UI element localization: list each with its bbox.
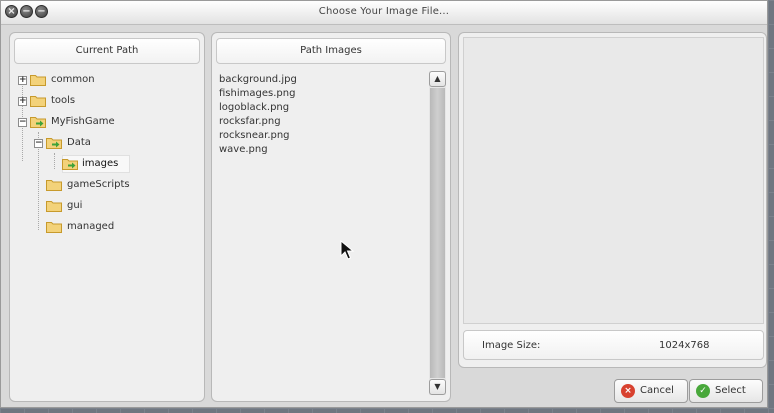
current-path-header: Current Path bbox=[14, 38, 200, 64]
tree-item-managed[interactable]: managed bbox=[32, 220, 196, 234]
scroll-track[interactable] bbox=[430, 88, 445, 378]
current-path-panel: Current Path + common + tools − MyFishGa… bbox=[9, 32, 205, 402]
expand-icon[interactable]: + bbox=[18, 97, 27, 106]
folder-icon bbox=[30, 75, 46, 86]
path-images-panel: Path Images background.jpg fishimages.pn… bbox=[211, 32, 451, 402]
tree-item-label: tools bbox=[51, 95, 76, 106]
cancel-button-label: Cancel bbox=[640, 385, 674, 396]
tree-item-label: gameScripts bbox=[67, 179, 130, 190]
preview-panel: Image Size: 1024x768 bbox=[458, 32, 767, 368]
tree-item-label: images bbox=[82, 158, 119, 169]
mouse-cursor-icon bbox=[340, 240, 355, 260]
collapse-icon[interactable]: − bbox=[34, 139, 43, 148]
title-bar: × − − Choose Your Image File... bbox=[1, 1, 767, 25]
image-file-list: background.jpg fishimages.png logoblack.… bbox=[219, 73, 297, 157]
arrow-up-icon[interactable]: ▲ bbox=[429, 71, 446, 87]
file-item[interactable]: fishimages.png bbox=[219, 87, 297, 101]
file-item[interactable]: background.jpg bbox=[219, 73, 297, 87]
folder-open-icon bbox=[30, 117, 46, 128]
tree-item-label: gui bbox=[67, 200, 83, 211]
tree-item-label: common bbox=[51, 74, 95, 85]
tree-item-images[interactable]: images bbox=[48, 157, 196, 171]
tree-item-gui[interactable]: gui bbox=[32, 199, 196, 213]
image-size-label: Image Size: bbox=[482, 340, 541, 351]
tree-item-tools[interactable]: + tools bbox=[16, 94, 196, 108]
tree-item-common[interactable]: + common bbox=[16, 73, 196, 87]
folder-open-icon bbox=[46, 138, 62, 149]
path-images-header: Path Images bbox=[216, 38, 446, 64]
file-list-scrollbar[interactable]: ▲ ▼ bbox=[429, 71, 446, 395]
cancel-icon: × bbox=[621, 384, 635, 398]
expand-icon[interactable]: + bbox=[18, 76, 27, 85]
folder-icon bbox=[46, 222, 62, 233]
file-item[interactable]: rocksnear.png bbox=[219, 129, 297, 143]
image-preview bbox=[463, 37, 764, 324]
folder-icon bbox=[46, 201, 62, 212]
choose-image-dialog: × − − Choose Your Image File... Current … bbox=[0, 0, 768, 408]
select-button[interactable]: ✓ Select bbox=[689, 379, 763, 403]
tree-item-myfishgame[interactable]: − MyFishGame bbox=[16, 115, 196, 129]
arrow-down-icon[interactable]: ▼ bbox=[429, 379, 446, 395]
folder-icon bbox=[46, 180, 62, 191]
cancel-button[interactable]: × Cancel bbox=[614, 379, 688, 403]
tree-item-gamescripts[interactable]: gameScripts bbox=[32, 178, 196, 192]
image-size-value: 1024x768 bbox=[659, 340, 710, 351]
select-button-label: Select bbox=[715, 385, 746, 396]
window-title: Choose Your Image File... bbox=[318, 6, 450, 17]
file-item[interactable]: wave.png bbox=[219, 143, 297, 157]
folder-open-icon bbox=[62, 159, 78, 170]
file-item[interactable]: logoblack.png bbox=[219, 101, 297, 115]
file-item[interactable]: rocksfar.png bbox=[219, 115, 297, 129]
image-size-bar: Image Size: 1024x768 bbox=[463, 330, 764, 360]
tree-item-label: Data bbox=[67, 137, 91, 148]
check-icon: ✓ bbox=[696, 384, 710, 398]
tree-item-label: MyFishGame bbox=[51, 116, 115, 127]
tree-item-label: managed bbox=[67, 221, 115, 232]
tree-item-data[interactable]: − Data bbox=[32, 136, 196, 150]
folder-icon bbox=[30, 96, 46, 107]
collapse-icon[interactable]: − bbox=[18, 118, 27, 127]
